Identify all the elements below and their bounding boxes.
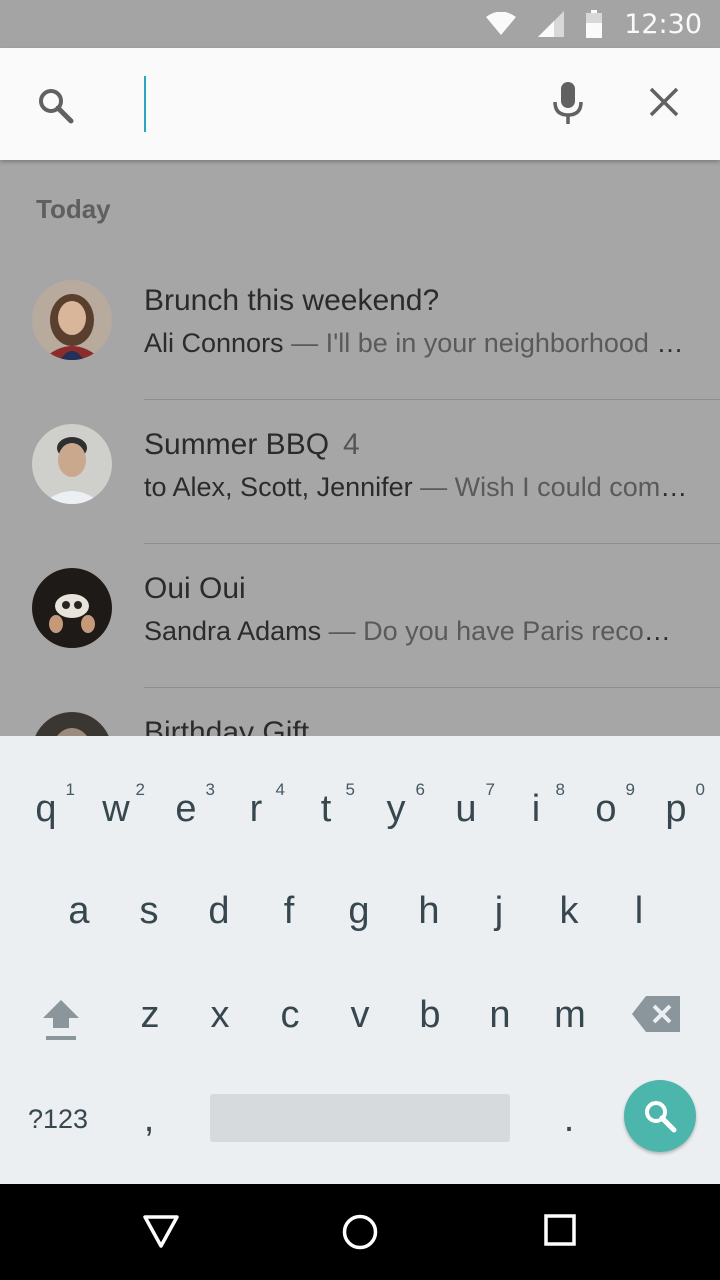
list-item[interactable]: Oui Oui Sandra Adams — Do you have Paris… [0,544,720,688]
key-w[interactable]: w2 [81,780,151,831]
key-x[interactable]: x [185,994,255,1037]
search-icon[interactable] [36,86,76,126]
key-v[interactable]: v [325,994,395,1037]
cell-signal-icon [538,11,565,37]
key-u[interactable]: u7 [431,780,501,831]
avatar [32,568,112,648]
recents-icon[interactable] [544,1214,576,1246]
spacebar[interactable] [210,1094,510,1142]
key-e[interactable]: e3 [151,780,221,831]
key-s[interactable]: s [114,890,184,933]
key-l[interactable]: l [604,890,674,933]
list-item[interactable]: Birthday Gift [0,688,720,736]
avatar [32,712,112,736]
search-input[interactable] [148,76,532,134]
key-n[interactable]: n [465,994,535,1037]
key-f[interactable]: f [254,890,324,933]
list-item[interactable]: Brunch this weekend? Ali Connors — I'll … [0,256,720,400]
list-item-subtitle: Ali Connors — I'll be in your neighborho… [144,328,689,358]
list-item[interactable]: Summer BBQ 4 to Alex, Scott, Jennifer — W… [0,400,720,544]
symbols-key[interactable]: ?123 [28,1104,88,1135]
key-b[interactable]: b [395,994,465,1037]
key-z[interactable]: z [115,994,185,1037]
list-item-title: Oui Oui [144,572,246,605]
battery-icon [586,10,603,38]
avatar [32,280,112,360]
period-key[interactable]: . [534,1098,604,1141]
key-o[interactable]: o9 [571,780,641,831]
key-j[interactable]: j [464,890,534,933]
soft-keyboard: q1 w2 e3 r4 t5 y6 u7 i8 o9 p0 a s d f g … [0,736,720,1184]
key-p[interactable]: p0 [641,780,711,831]
backspace-icon[interactable] [632,996,680,1032]
key-d[interactable]: d [184,890,254,933]
mic-icon[interactable] [552,82,584,126]
list-item-subtitle: Sandra Adams — Do you have Paris recomme… [144,616,689,646]
search-bar [0,48,720,160]
avatar [32,424,112,504]
wifi-icon [486,12,517,35]
message-list: Today Brunch this weekend? Ali Connors —… [0,160,720,736]
list-item-subtitle: to Alex, Scott, Jennifer — Wish I could … [144,472,689,502]
navigation-bar [0,1184,720,1280]
key-g[interactable]: g [324,890,394,933]
text-cursor [144,76,146,132]
shift-icon[interactable] [42,998,80,1042]
key-r[interactable]: r4 [221,780,291,831]
section-header-today: Today [36,194,111,224]
list-item-title: Birthday Gift [144,716,310,736]
key-t[interactable]: t5 [291,780,361,831]
search-key[interactable] [624,1080,696,1152]
key-y[interactable]: y6 [361,780,431,831]
message-count: 4 [343,428,360,461]
search-icon [645,1101,677,1133]
comma-key[interactable]: , [114,1098,184,1141]
clock: 12:30 [624,8,702,40]
back-icon[interactable] [142,1214,180,1250]
key-h[interactable]: h [394,890,464,933]
list-item-title: Summer BBQ 4 [144,428,360,461]
key-m[interactable]: m [535,994,605,1037]
key-q[interactable]: q1 [11,780,81,831]
key-c[interactable]: c [255,994,325,1037]
status-bar: 12:30 [0,0,720,48]
home-icon[interactable] [342,1214,378,1250]
close-icon[interactable] [648,86,680,118]
list-item-title: Brunch this weekend? [144,284,440,317]
key-k[interactable]: k [534,890,604,933]
key-a[interactable]: a [44,890,114,933]
key-i[interactable]: i8 [501,780,571,831]
